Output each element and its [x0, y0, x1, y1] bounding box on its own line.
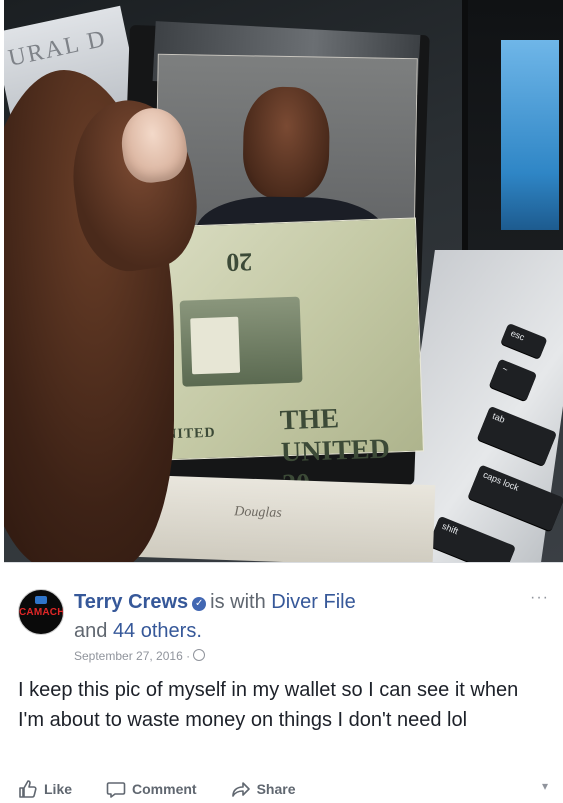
- tagged-friend[interactable]: Diver File: [271, 591, 355, 613]
- thumbs-up-icon: [19, 780, 37, 798]
- receipt-paper: Douglas: [132, 474, 436, 562]
- bill-white-house: [179, 296, 303, 387]
- comment-button[interactable]: Comment: [106, 779, 197, 799]
- comment-label: Comment: [132, 781, 197, 797]
- post-card: CAMACHO Terry Crews ✓is with Diver File a…: [4, 562, 563, 803]
- paper-signature: Douglas: [234, 504, 282, 521]
- share-icon: [231, 782, 250, 797]
- post-body: I keep this pic of myself in my wallet s…: [18, 679, 519, 731]
- more-options-button[interactable]: ···: [530, 589, 549, 607]
- post-date[interactable]: September 27, 2016 ·: [74, 649, 190, 663]
- globe-icon: [193, 649, 206, 661]
- laptop-screen: [462, 0, 563, 270]
- avatar-text: CAMACHO: [19, 607, 64, 618]
- avatar-emblem-icon: [35, 596, 47, 604]
- like-label: Like: [44, 781, 73, 797]
- comment-icon: [106, 782, 126, 798]
- share-button[interactable]: Share: [231, 779, 296, 799]
- post-date-line: September 27, 2016 ·: [74, 649, 206, 663]
- author-avatar[interactable]: CAMACHO: [18, 589, 64, 635]
- tagged-others-link[interactable]: 44 others.: [113, 620, 202, 642]
- white-house-building: [190, 316, 241, 375]
- dollar-bills: 20 THE UNITED 20 NITED: [151, 217, 425, 500]
- tagged-others-line: and 44 others.: [74, 619, 202, 643]
- newspaper-headline: URAL D: [6, 25, 110, 72]
- verified-badge-icon: ✓: [192, 597, 207, 611]
- reaction-dropdown-icon[interactable]: ▾: [542, 779, 548, 793]
- portrait-head: [242, 86, 331, 200]
- laptop-screen-glow: [501, 40, 559, 230]
- post-photo[interactable]: URAL D esc ~ tab caps lock shift 20 THE …: [4, 0, 563, 562]
- author-name[interactable]: Terry Crews: [74, 591, 188, 613]
- bill-denomination-top: 20: [225, 247, 253, 278]
- and-text: and: [74, 620, 108, 642]
- with-text: is with: [210, 591, 266, 613]
- post-actions: Like Comment Share ▾: [18, 775, 548, 803]
- share-label: Share: [256, 781, 296, 797]
- post-header: Terry Crews ✓ is with Diver File: [74, 588, 356, 616]
- like-button[interactable]: Like: [18, 779, 72, 799]
